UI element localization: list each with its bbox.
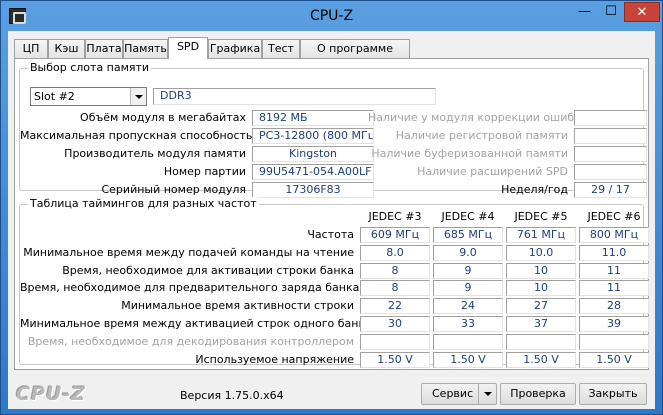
timing-col-header: JEDEC #3 <box>368 210 422 223</box>
tab-bench[interactable]: Тест <box>262 39 300 58</box>
part-number-label: Номер партии <box>163 165 246 178</box>
registered-label: Наличие регистровой памяти <box>395 129 568 142</box>
timing-cell: 1.50 V <box>360 351 430 368</box>
tab-cpu[interactable]: ЦП <box>14 39 48 58</box>
tools-button-label: Сервис <box>432 387 474 400</box>
timing-cell: 9 <box>433 262 503 279</box>
timing-col-header: JEDEC #6 <box>587 210 641 223</box>
timing-col-header: JEDEC #4 <box>441 210 495 223</box>
module-size-value: 8192 МБ <box>252 110 374 126</box>
timings-group: Таблица таймингов для разных частот JEDE… <box>19 197 649 368</box>
timing-cell: 11.0 <box>579 244 649 261</box>
manufacturer-value: Kingston <box>252 146 374 162</box>
timing-row-label: Минимальное время активности строки <box>121 299 354 313</box>
timing-cell: 1.50 V <box>506 351 576 368</box>
timing-cell: 27 <box>506 298 576 315</box>
module-size-label: Объём модуля в мегабайтах <box>80 111 246 124</box>
minimize-button[interactable]: — <box>571 2 598 22</box>
maximize-button[interactable]: ☐ <box>598 2 624 22</box>
timing-cell: 8.0 <box>360 244 430 261</box>
version-text: Версия 1.75.0.x64 <box>180 389 284 402</box>
close-window-button[interactable]: ✕ <box>624 2 660 22</box>
spd-ext-label: Наличие расширений SPD <box>417 165 568 178</box>
timing-row-label: Частота <box>307 228 354 241</box>
buffered-value <box>574 146 647 162</box>
timing-cell: 33 <box>433 316 503 332</box>
tools-button[interactable]: Сервис <box>421 383 497 405</box>
timing-cell <box>579 333 649 350</box>
timing-cell: 761 МГц <box>506 227 576 243</box>
timing-cell <box>433 333 503 350</box>
buffered-label: Наличие буферизованной памяти <box>371 147 568 160</box>
tab-spd[interactable]: SPD <box>168 37 208 59</box>
slot-group: Выбор слота памяти Slot #2 DDR3 Объём мо… <box>19 61 647 198</box>
timing-row-label: Минимальное время между активацией строк… <box>20 317 372 330</box>
timing-cell: 10.0 <box>506 244 576 261</box>
timing-cell: 8 <box>360 262 430 279</box>
timing-cell: 9.0 <box>433 244 503 261</box>
spd-ext-value <box>574 164 647 180</box>
bottom-bar: CPU-Z Версия 1.75.0.x64 Сервис Проверка … <box>8 375 655 409</box>
title-bar[interactable]: CPU-Z — ☐ ✕ <box>1 1 662 31</box>
timing-cell: 800 МГц <box>579 227 649 243</box>
spd-panel: Выбор слота памяти Slot #2 DDR3 Объём мо… <box>14 58 649 370</box>
timing-cell: 30 <box>360 316 430 332</box>
timing-row-label: Используемое напряжение <box>195 352 354 366</box>
memory-type-value: DDR3 <box>153 88 436 105</box>
timing-cell: 24 <box>433 298 503 315</box>
slot-group-legend: Выбор слота памяти <box>28 61 152 74</box>
tab-cache[interactable]: Кэш <box>48 39 85 58</box>
close-button[interactable]: Закрыть <box>579 383 647 405</box>
window-title: CPU-Z <box>309 8 354 24</box>
timing-cell: 10 <box>506 262 576 279</box>
max-bandwidth-value: PC3-12800 (800 МГц) <box>252 128 374 144</box>
cpuz-window: CPU-Z — ☐ ✕ ЦП Кэш Плата Память SPD Граф… <box>0 0 663 415</box>
timing-cell: 39 <box>579 316 649 332</box>
timing-cell: 685 МГц <box>433 227 503 243</box>
tab-graphics[interactable]: Графика <box>208 39 262 58</box>
ecc-label: Наличие у модуля коррекции ошибок <box>368 111 588 124</box>
cpuz-logo: CPU-Z <box>16 383 86 405</box>
timing-cell: 11 <box>579 280 649 297</box>
timing-row-label: Минимальное время между подачей команды … <box>23 245 354 259</box>
validate-button[interactable]: Проверка <box>500 383 576 405</box>
timing-cell <box>360 333 430 350</box>
timing-col-header: JEDEC #5 <box>514 210 568 223</box>
serial-number-label: Серийный номер модуля <box>101 183 246 196</box>
timing-row-label: Время, необходимое для декодирования кон… <box>27 334 354 348</box>
ecc-value <box>574 110 647 126</box>
timing-cell <box>506 333 576 350</box>
timing-cell: 1.50 V <box>433 351 503 368</box>
tab-about[interactable]: О программе <box>300 39 410 58</box>
timing-cell: 609 МГц <box>360 227 430 243</box>
timing-cell: 28 <box>579 298 649 315</box>
timing-row-label: Время, необходимое для активации строки … <box>62 263 354 277</box>
timing-cell: 10 <box>506 280 576 297</box>
serial-number-value: 17306F83 <box>252 182 374 198</box>
slot-select-value: Slot #2 <box>34 90 75 103</box>
timing-row-label: Время, необходимое для предварительного … <box>20 281 360 295</box>
slot-select[interactable]: Slot #2 <box>30 87 147 106</box>
timing-cell: 37 <box>506 316 576 332</box>
tab-memory[interactable]: Память <box>123 39 168 58</box>
max-bandwidth-label: Максимальная пропускная способность <box>20 129 253 142</box>
timing-cell: 1.50 V <box>579 351 649 368</box>
timing-cell: 22 <box>360 298 430 315</box>
chevron-down-icon[interactable] <box>130 88 146 105</box>
tab-mainboard[interactable]: Плата <box>85 39 123 58</box>
timing-cell: 11 <box>579 262 649 279</box>
timings-group-legend: Таблица таймингов для разных частот <box>28 197 259 210</box>
week-year-value: 29 / 17 <box>574 182 647 198</box>
timing-cell: 8 <box>360 280 430 297</box>
manufacturer-label: Производитель модуля памяти <box>64 147 246 160</box>
timing-cell: 9 <box>433 280 503 297</box>
part-number-value: 99U5471-054.A00LF <box>252 164 374 180</box>
client-area: ЦП Кэш Плата Память SPD Графика Тест О п… <box>8 31 655 409</box>
chevron-down-icon[interactable] <box>478 384 496 404</box>
week-year-label: Неделя/год <box>501 183 568 196</box>
registered-value <box>574 128 647 144</box>
